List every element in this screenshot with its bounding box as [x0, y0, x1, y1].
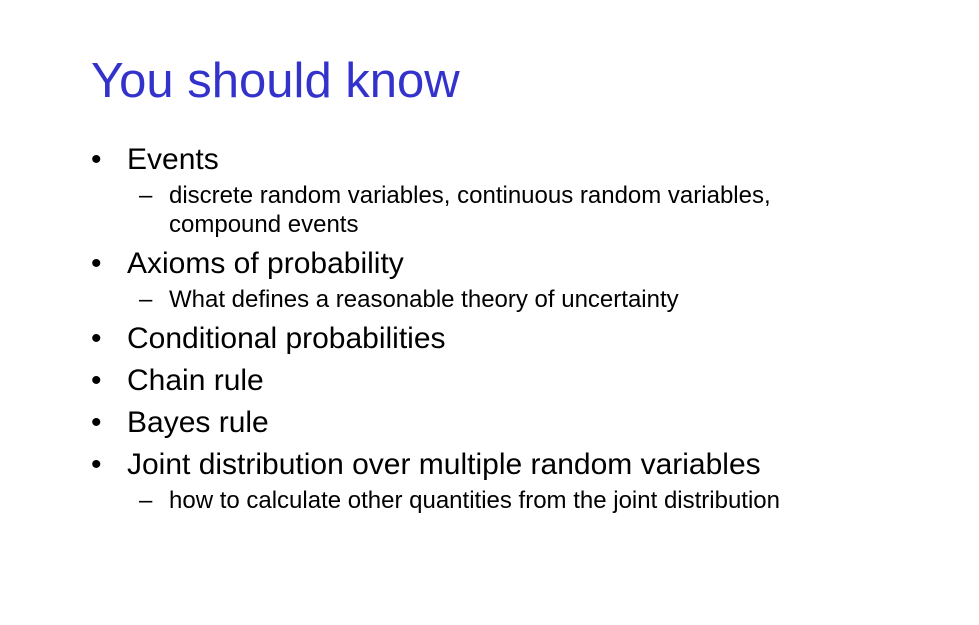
- bullet-icon: •: [91, 143, 102, 176]
- dash-icon: –: [139, 286, 153, 313]
- bullet-item: • Chain rule: [91, 364, 951, 398]
- bullet-list: • Events – discrete random variables, co…: [91, 143, 951, 523]
- bullet-icon: •: [91, 448, 102, 481]
- bullet-text: Bayes rule: [127, 406, 269, 439]
- bullet-icon: •: [91, 364, 102, 397]
- sub-bullet-text: What defines a reasonable theory of unce…: [169, 286, 679, 313]
- bullet-icon: •: [91, 247, 102, 280]
- bullet-text: Events: [127, 143, 219, 176]
- bullet-item: • Conditional probabilities: [91, 322, 951, 356]
- bullet-text: Axioms of probability: [127, 247, 404, 280]
- dash-icon: –: [139, 487, 153, 514]
- bullet-text: Conditional probabilities: [127, 322, 446, 355]
- slide-title: You should know: [91, 54, 460, 108]
- bullet-icon: •: [91, 322, 102, 355]
- sub-bullet-text: how to calculate other quantities from t…: [169, 487, 781, 514]
- sub-bullet-list: – discrete random variables, continuous …: [127, 181, 951, 239]
- bullet-icon: •: [91, 406, 102, 439]
- bullet-item: • Axioms of probability – What defines a…: [91, 247, 951, 314]
- sub-bullet-item: – how to calculate other quantities from…: [127, 486, 951, 515]
- sub-bullet-item: – discrete random variables, continuous …: [127, 181, 951, 239]
- bullet-text: Joint distribution over multiple random …: [127, 448, 761, 481]
- dash-icon: –: [139, 182, 153, 209]
- sub-bullet-list: – What defines a reasonable theory of un…: [127, 285, 951, 314]
- bullet-item: • Joint distribution over multiple rando…: [91, 448, 951, 515]
- bullet-item: • Events – discrete random variables, co…: [91, 143, 951, 239]
- bullet-text: Chain rule: [127, 364, 264, 397]
- sub-bullet-text: discrete random variables, continuous ra…: [169, 182, 771, 238]
- sub-bullet-item: – What defines a reasonable theory of un…: [127, 285, 951, 314]
- sub-bullet-list: – how to calculate other quantities from…: [127, 486, 951, 515]
- bullet-item: • Bayes rule: [91, 406, 951, 440]
